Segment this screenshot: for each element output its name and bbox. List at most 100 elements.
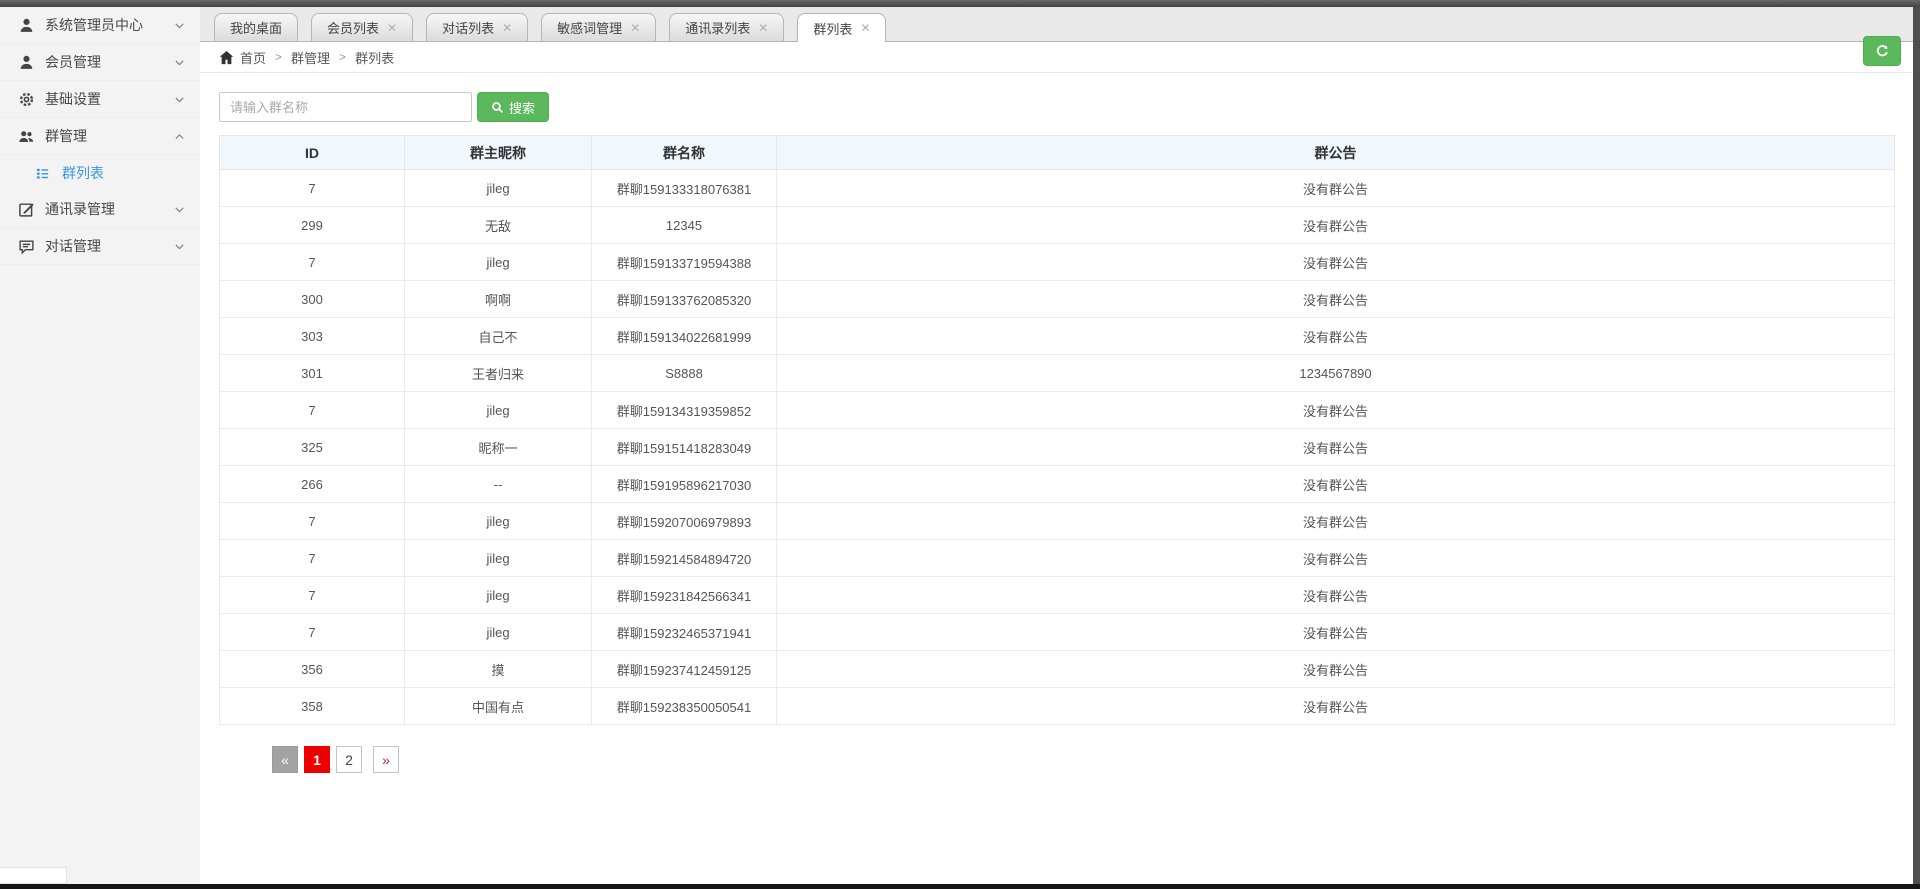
breadcrumb-home[interactable]: 首页 [240,48,266,67]
search-input[interactable] [219,92,472,122]
sidebar-item-label: 群管理 [45,126,173,146]
cell-id: 7 [220,503,405,540]
cell-id: 7 [220,614,405,651]
column-header: 群公告 [777,136,1895,170]
tab-close-icon[interactable]: ✕ [502,22,512,34]
tab-2[interactable]: 对话列表 ✕ [426,13,528,41]
cell-announcement: 没有群公告 [777,392,1895,429]
cell-id: 7 [220,244,405,281]
table-row: 358中国有点群聊159238350050541没有群公告 [220,688,1895,725]
cell-owner-nickname: jileg [405,392,592,429]
sidebar-item-4[interactable]: 通讯录管理 [0,191,200,228]
table-row: 7jileg群聊159214584894720没有群公告 [220,540,1895,577]
table-row: 301王者归来S88881234567890 [220,355,1895,392]
cell-group-name: 群聊159133318076381 [592,170,777,207]
tab-close-icon[interactable]: ✕ [860,22,870,34]
table-row: 7jileg群聊159133719594388没有群公告 [220,244,1895,281]
chevron-down-icon [173,56,186,69]
breadcrumb-separator: > [275,50,282,64]
cell-owner-nickname: jileg [405,503,592,540]
cell-id: 358 [220,688,405,725]
tab-close-icon[interactable]: ✕ [630,22,640,34]
content-panel: 搜索 ID群主昵称群名称群公告 7jileg群聊159133318076381没… [200,73,1913,773]
breadcrumb-群列表[interactable]: 群列表 [355,48,394,67]
cell-group-name: 群聊159151418283049 [592,429,777,466]
sidebar-item-2[interactable]: 基础设置 [0,81,200,118]
column-header: ID [220,136,405,170]
column-header: 群名称 [592,136,777,170]
chevron-down-icon [173,240,186,253]
tab-1[interactable]: 会员列表✕ [311,13,413,41]
cell-id: 7 [220,170,405,207]
tab-close-icon[interactable]: ✕ [387,22,397,34]
cell-announcement: 没有群公告 [777,466,1895,503]
table-row: 7jileg群聊159207006979893没有群公告 [220,503,1895,540]
cell-announcement: 没有群公告 [777,614,1895,651]
table-row: 7jileg群聊159232465371941没有群公告 [220,614,1895,651]
pagination-page-1[interactable]: 1 [304,746,330,773]
tab-5[interactable]: 群列表 ✕ [797,13,886,42]
breadcrumb: > 群管理 > 群列表 [266,48,394,67]
gear-icon [18,91,35,108]
search-row: 搜索 [219,92,1895,122]
cell-group-name: 群聊159232465371941 [592,614,777,651]
chat-icon [18,238,35,255]
search-button-label: 搜索 [509,98,535,117]
cell-group-name: 群聊159195896217030 [592,466,777,503]
cell-owner-nickname: 啊啊 [405,281,592,318]
pagination-prev-button[interactable]: « [272,746,298,773]
tab-close-icon[interactable]: ✕ [758,22,768,34]
home-icon [219,50,234,65]
cell-owner-nickname: jileg [405,614,592,651]
sidebar-item-5[interactable]: 对话管理 [0,228,200,265]
tab-0[interactable]: 我的桌面 [214,13,298,41]
cell-id: 303 [220,318,405,355]
table-row: 299无敌12345没有群公告 [220,207,1895,244]
sidebar-item-0[interactable]: 系统管理员中心 [0,7,200,44]
cell-id: 325 [220,429,405,466]
sidebar-item-label: 会员管理 [45,52,173,72]
table-row: 303自己不群聊159134022681999没有群公告 [220,318,1895,355]
table-row: 325昵称一群聊159151418283049没有群公告 [220,429,1895,466]
sidebar-subitem-群列表[interactable]: 群列表 [0,155,200,191]
sidebar-item-label: 对话管理 [45,236,173,256]
sidebar-item-1[interactable]: 会员管理 [0,44,200,81]
cell-id: 7 [220,392,405,429]
cell-announcement: 没有群公告 [777,207,1895,244]
table-row: 356摸群聊159237412459125没有群公告 [220,651,1895,688]
breadcrumb-群管理[interactable]: 群管理 [291,48,330,67]
pagination: «12 » [272,746,1895,773]
search-button[interactable]: 搜索 [477,92,549,122]
cell-announcement: 1234567890 [777,355,1895,392]
cell-group-name: 群聊159134022681999 [592,318,777,355]
cell-owner-nickname: 昵称一 [405,429,592,466]
cell-id: 7 [220,577,405,614]
table-row: 7jileg群聊159133318076381没有群公告 [220,170,1895,207]
tab-label: 敏感词管理 [557,18,622,37]
tab-label: 通讯录列表 [685,18,750,37]
tab-label: 群列表 [813,19,852,38]
window-right-edge[interactable] [1913,0,1920,889]
cell-group-name: 群聊159133762085320 [592,281,777,318]
pagination-next-button[interactable]: » [373,746,399,773]
cell-group-name: S8888 [592,355,777,392]
cell-announcement: 没有群公告 [777,688,1895,725]
cell-id: 7 [220,540,405,577]
cell-announcement: 没有群公告 [777,281,1895,318]
cell-id: 300 [220,281,405,318]
sidebar-item-3[interactable]: 群管理 [0,118,200,155]
cell-group-name: 群聊159207006979893 [592,503,777,540]
pagination-page-2[interactable]: 2 [336,746,362,773]
tab-4[interactable]: 通讯录列表 ✕ [669,13,784,41]
chevron-down-icon [173,19,186,32]
refresh-button[interactable] [1863,36,1901,66]
users-icon [18,128,35,145]
cell-id: 299 [220,207,405,244]
cell-owner-nickname: jileg [405,540,592,577]
tab-label: 对话列表 [442,18,494,37]
cell-id: 356 [220,651,405,688]
tab-3[interactable]: 敏感词管理 ✕ [541,13,656,41]
tab-bar: 我的桌面会员列表✕ 对话列表 ✕ 敏感词管理 ✕ 通讯录列表 ✕ 群列表 ✕ [200,7,1913,42]
breadcrumb-separator: > [339,50,346,64]
cell-announcement: 没有群公告 [777,651,1895,688]
